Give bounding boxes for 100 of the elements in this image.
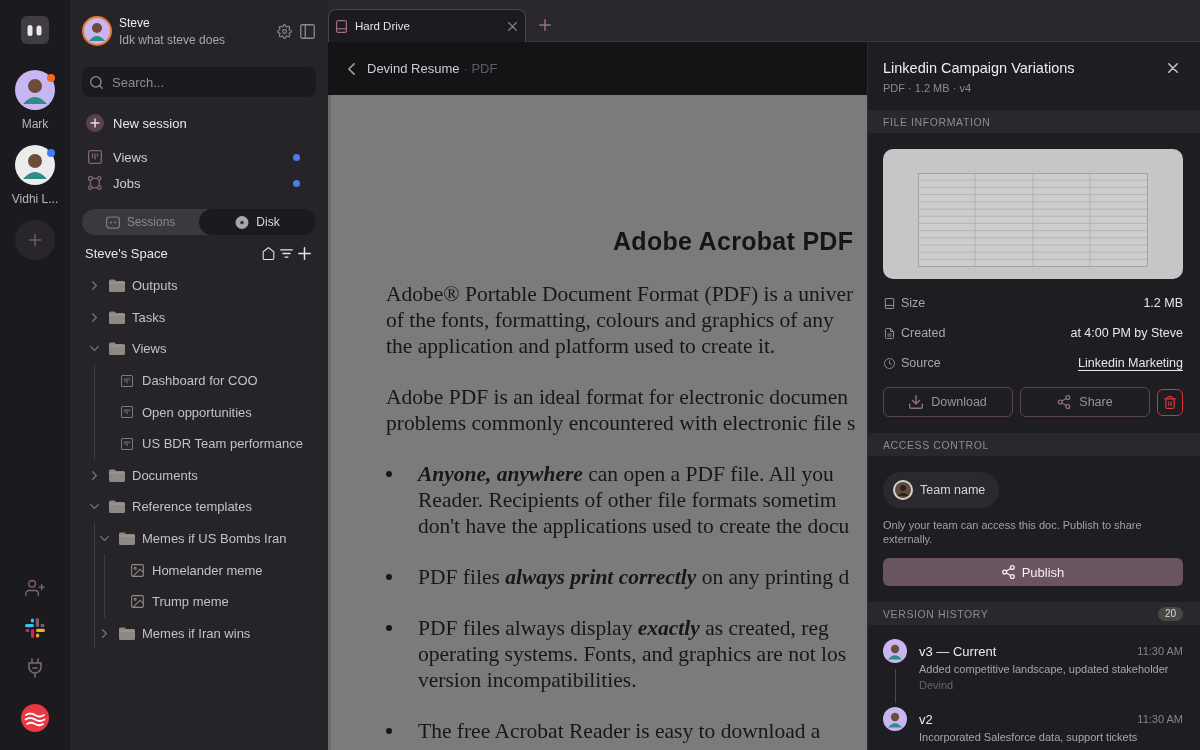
user-avatar[interactable] — [82, 16, 112, 46]
user-avatar[interactable] — [15, 145, 55, 185]
chevron-down-icon[interactable] — [99, 536, 109, 542]
user-avatar — [883, 707, 907, 731]
new-session-button[interactable]: New session — [82, 113, 187, 133]
bullet-icon — [386, 625, 392, 631]
search-field[interactable]: Search... — [82, 67, 316, 97]
folder-icon — [109, 468, 125, 482]
tree-item[interactable]: Outputs — [82, 270, 316, 302]
chevron-right-icon[interactable] — [101, 628, 107, 638]
space-title: Steve's Space — [85, 245, 169, 261]
share-icon — [1057, 395, 1072, 409]
delete-button[interactable] — [1157, 388, 1183, 416]
version-author: Devind — [919, 678, 955, 693]
colored-hash-icon[interactable] — [25, 618, 45, 638]
user-avatar — [883, 639, 907, 663]
bullet-icon — [386, 574, 392, 580]
folder-icon — [119, 626, 135, 640]
add-user-icon[interactable] — [25, 578, 45, 598]
section-heading: VERSION HISTORY — [883, 607, 989, 620]
document-icon — [884, 327, 895, 339]
chevron-right-icon[interactable] — [91, 281, 97, 291]
image-icon — [130, 595, 144, 609]
back-icon[interactable] — [348, 62, 355, 75]
tree-item[interactable]: Tasks — [82, 301, 316, 334]
board-icon — [121, 406, 133, 419]
chevron-down-icon[interactable] — [89, 346, 99, 352]
section-heading: ACCESS CONTROL — [883, 438, 989, 451]
hard-drive-icon — [336, 19, 347, 33]
property-value: 1.2 MB — [1143, 296, 1183, 310]
search-icon — [90, 75, 103, 89]
sidebar-toggle-icon[interactable] — [299, 23, 315, 39]
plus-icon — [28, 233, 42, 247]
clock-icon — [884, 357, 895, 369]
property-label: Created — [901, 326, 947, 340]
version-title: v2 — [919, 711, 933, 727]
hard-drive-icon — [884, 297, 895, 309]
segment-tab[interactable]: Disk — [199, 209, 316, 235]
user-name: Mark — [21, 117, 49, 132]
tab[interactable]: Hard Drive — [328, 9, 526, 42]
bullet-icon — [386, 728, 392, 734]
close-icon[interactable] — [508, 21, 517, 31]
plug-icon[interactable] — [27, 658, 43, 678]
list-item-text: PDF files always display exactly as created, reg operating systems. Fonts, and graphics are not los version incompatibilities. — [418, 615, 847, 693]
document-paragraph: Adobe PDF is an ideal format for electronic documen problems commonly encountered with electronic file s — [386, 384, 857, 436]
download-button[interactable]: Download — [883, 387, 1013, 417]
user-avatar[interactable] — [15, 70, 55, 110]
nav-item[interactable]: Views — [82, 144, 316, 170]
tree-item[interactable]: Views — [82, 333, 316, 365]
share-button[interactable]: Share — [1020, 387, 1150, 417]
image-icon — [130, 563, 144, 577]
board-icon — [88, 150, 102, 164]
user-name: Vidhi L... — [11, 192, 59, 207]
app-logo-icon[interactable] — [21, 16, 49, 44]
document-title: Devind Resume — [367, 61, 460, 76]
source-link[interactable]: Linkedin Marketing — [1078, 356, 1183, 370]
folder-icon — [109, 500, 125, 514]
settings-icon[interactable] — [276, 23, 292, 39]
tree-item[interactable]: Documents — [82, 459, 316, 492]
version-title: v3 — Current — [919, 643, 997, 659]
chevron-down-icon[interactable] — [89, 504, 99, 510]
download-icon — [909, 395, 924, 409]
filter-icon[interactable] — [280, 246, 293, 260]
file-meta: PDF · 1.2 MB · v4 — [883, 81, 973, 96]
access-note: Only your team can access this doc. Publish to share externally. — [883, 518, 1143, 546]
trash-icon — [1164, 395, 1176, 409]
version-time: 11:30 AM — [1137, 713, 1183, 725]
property-value: at 4:00 PM by Steve — [1070, 326, 1183, 340]
publish-button[interactable]: Publish — [883, 558, 1183, 586]
chevron-right-icon[interactable] — [91, 312, 97, 322]
nav-item[interactable]: Jobs — [82, 170, 316, 196]
tree-item[interactable]: Reference templates — [82, 491, 316, 523]
board-icon — [121, 437, 133, 450]
version-time: 11:30 AM — [1137, 645, 1183, 657]
document-paragraph: Adobe® Portable Document Format (PDF) is a univer of the fonts, formatting, colours and graphics of any the application and platform used to create it. — [386, 281, 855, 359]
document-heading: Adobe Acrobat PDF — [613, 226, 854, 256]
disc-icon — [235, 215, 250, 229]
version-description: Added competitive landscape, updated stakeholder — [919, 662, 1170, 677]
wave-circle-icon[interactable] — [21, 704, 49, 732]
section-heading: FILE INFORMATION — [883, 115, 991, 128]
close-icon[interactable] — [1168, 63, 1178, 73]
list-item-text: Anyone, anywhere can open a PDF file. All you Reader. Recipients of other file formats sometim don't have the applications used to create the docu — [418, 461, 850, 539]
workflow-icon — [88, 176, 102, 190]
folder-icon — [109, 279, 125, 293]
plus-icon — [86, 114, 104, 132]
file-title: Linkedin Campaign Variations — [883, 59, 1076, 78]
folder-icon — [109, 342, 125, 356]
home-icon[interactable] — [262, 246, 275, 260]
version-count: 20 — [1157, 606, 1183, 621]
folder-icon — [109, 310, 125, 324]
bullet-icon — [386, 471, 392, 477]
version-description: Incorporated Salesforce data, support tickets — [919, 730, 1139, 745]
chevron-right-icon[interactable] — [91, 470, 97, 480]
profile-name: Steve — [119, 16, 150, 30]
property-label: Source — [901, 356, 942, 370]
list-item-text: The free Acrobat Reader is easy to download a — [418, 718, 821, 744]
list-item-text: PDF files always print correctly on any printing d — [418, 564, 850, 590]
team-avatar — [893, 480, 913, 500]
team-chip[interactable]: Team name — [883, 472, 1000, 508]
profile-subtitle: Idk what steve does — [119, 32, 226, 48]
